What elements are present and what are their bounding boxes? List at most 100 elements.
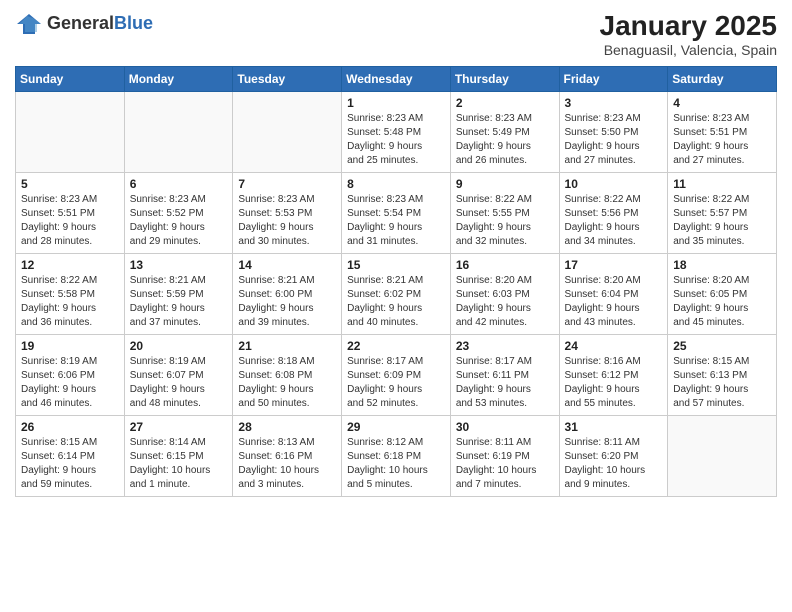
day-info: Sunrise: 8:23 AMSunset: 5:49 PMDaylight:… [456, 112, 554, 168]
day-info: Sunrise: 8:21 AMSunset: 5:59 PMDaylight:… [130, 274, 228, 330]
calendar-cell [124, 92, 233, 173]
day-number: 1 [347, 96, 445, 110]
title-block: January 2025 Benaguasil, Valencia, Spain [600, 10, 777, 58]
logo: General Blue [15, 10, 153, 38]
calendar-cell: 18Sunrise: 8:20 AMSunset: 6:05 PMDayligh… [668, 254, 777, 335]
day-number: 17 [565, 258, 663, 272]
day-number: 31 [565, 420, 663, 434]
day-info: Sunrise: 8:23 AMSunset: 5:54 PMDaylight:… [347, 193, 445, 249]
day-number: 11 [673, 177, 771, 191]
calendar-cell: 25 Sunrise: 8:15 AMSunset: 6:13 PMDayligh… [668, 335, 777, 416]
logo-icon [15, 10, 43, 38]
day-info: Sunrise: 8:22 AMSunset: 5:55 PMDaylight:… [456, 193, 554, 249]
day-number: 30 [456, 420, 554, 434]
day-info: Sunrise: 8:11 AMSunset: 6:20 PMDaylight:… [565, 436, 663, 492]
day-info: Sunrise: 8:23 AMSunset: 5:48 PMDaylight:… [347, 112, 445, 168]
day-number: 15 [347, 258, 445, 272]
day-number: 23 [456, 339, 554, 353]
calendar-week-row-4: 26Sunrise: 8:15 AMSunset: 6:14 PMDayligh… [16, 416, 777, 497]
day-number: 13 [130, 258, 228, 272]
calendar-cell: 28 Sunrise: 8:13 AMSunset: 6:16 PMDayligh… [233, 416, 342, 497]
day-number: 21 [238, 339, 336, 353]
day-info: Sunrise: 8:11 AMSunset: 6:19 PMDaylight:… [456, 436, 554, 492]
calendar-cell [668, 416, 777, 497]
calendar-cell: 20 Sunrise: 8:19 AMSunset: 6:07 PMDayligh… [124, 335, 233, 416]
day-number: 16 [456, 258, 554, 272]
day-number: 4 [673, 96, 771, 110]
day-info: Sunrise: 8:19 AMSunset: 6:06 PMDaylight:… [21, 355, 119, 411]
calendar-cell: 14Sunrise: 8:21 AMSunset: 6:00 PMDayligh… [233, 254, 342, 335]
calendar-cell: 11Sunrise: 8:22 AMSunset: 5:57 PMDayligh… [668, 173, 777, 254]
calendar-cell: 3Sunrise: 8:23 AMSunset: 5:50 PMDaylight… [559, 92, 668, 173]
calendar-cell: 21Sunrise: 8:18 AMSunset: 6:08 PMDayligh… [233, 335, 342, 416]
day-info: Sunrise: 8:15 AMSunset: 6:13 PMDaylight:… [673, 355, 771, 411]
day-number: 12 [21, 258, 119, 272]
page: General Blue January 2025 Benaguasil, Va… [0, 0, 792, 612]
calendar-cell: 26Sunrise: 8:15 AMSunset: 6:14 PMDayligh… [16, 416, 125, 497]
day-info: Sunrise: 8:19 AMSunset: 6:07 PMDaylight:… [130, 355, 228, 411]
day-number: 29 [347, 420, 445, 434]
calendar-cell [16, 92, 125, 173]
day-number: 20 [130, 339, 228, 353]
day-number: 14 [238, 258, 336, 272]
day-info: Sunrise: 8:22 AMSunset: 5:56 PMDaylight:… [565, 193, 663, 249]
header: General Blue January 2025 Benaguasil, Va… [15, 10, 777, 58]
day-info: Sunrise: 8:17 AMSunset: 6:09 PMDaylight:… [347, 355, 445, 411]
day-info: Sunrise: 8:13 AMSunset: 6:16 PMDaylight:… [238, 436, 336, 492]
calendar-cell: 5 Sunrise: 8:23 AMSunset: 5:51 PMDaylight… [16, 173, 125, 254]
calendar-cell: 19 Sunrise: 8:19 AMSunset: 6:06 PMDayligh… [16, 335, 125, 416]
day-number: 5 [21, 177, 119, 191]
calendar-cell: 27Sunrise: 8:14 AMSunset: 6:15 PMDayligh… [124, 416, 233, 497]
logo-blue: Blue [114, 14, 153, 34]
col-monday: Monday [124, 67, 233, 92]
day-info: Sunrise: 8:16 AMSunset: 6:12 PMDaylight:… [565, 355, 663, 411]
col-saturday: Saturday [668, 67, 777, 92]
calendar-cell: 4 Sunrise: 8:23 AMSunset: 5:51 PMDaylight… [668, 92, 777, 173]
calendar-cell: 10 Sunrise: 8:22 AMSunset: 5:56 PMDayligh… [559, 173, 668, 254]
calendar-cell: 2Sunrise: 8:23 AMSunset: 5:49 PMDaylight… [450, 92, 559, 173]
calendar-cell: 1 Sunrise: 8:23 AMSunset: 5:48 PMDaylight… [342, 92, 451, 173]
day-number: 28 [238, 420, 336, 434]
calendar-week-row-1: 5 Sunrise: 8:23 AMSunset: 5:51 PMDaylight… [16, 173, 777, 254]
day-info: Sunrise: 8:20 AMSunset: 6:03 PMDaylight:… [456, 274, 554, 330]
title-month: January 2025 [600, 10, 777, 42]
col-sunday: Sunday [16, 67, 125, 92]
calendar-cell: 15 Sunrise: 8:21 AMSunset: 6:02 PMDayligh… [342, 254, 451, 335]
day-number: 9 [456, 177, 554, 191]
day-info: Sunrise: 8:20 AMSunset: 6:05 PMDaylight:… [673, 274, 771, 330]
calendar-cell: 9 Sunrise: 8:22 AMSunset: 5:55 PMDaylight… [450, 173, 559, 254]
day-info: Sunrise: 8:23 AMSunset: 5:50 PMDaylight:… [565, 112, 663, 168]
day-info: Sunrise: 8:20 AMSunset: 6:04 PMDaylight:… [565, 274, 663, 330]
day-number: 7 [238, 177, 336, 191]
day-info: Sunrise: 8:23 AMSunset: 5:51 PMDaylight:… [21, 193, 119, 249]
day-number: 10 [565, 177, 663, 191]
day-info: Sunrise: 8:17 AMSunset: 6:11 PMDaylight:… [456, 355, 554, 411]
calendar-cell: 23 Sunrise: 8:17 AMSunset: 6:11 PMDayligh… [450, 335, 559, 416]
calendar-cell: 24 Sunrise: 8:16 AMSunset: 6:12 PMDayligh… [559, 335, 668, 416]
day-info: Sunrise: 8:23 AMSunset: 5:52 PMDaylight:… [130, 193, 228, 249]
day-info: Sunrise: 8:23 AMSunset: 5:53 PMDaylight:… [238, 193, 336, 249]
day-number: 24 [565, 339, 663, 353]
calendar-cell: 31 Sunrise: 8:11 AMSunset: 6:20 PMDayligh… [559, 416, 668, 497]
day-info: Sunrise: 8:22 AMSunset: 5:58 PMDaylight:… [21, 274, 119, 330]
col-thursday: Thursday [450, 67, 559, 92]
calendar-week-row-0: 1 Sunrise: 8:23 AMSunset: 5:48 PMDaylight… [16, 92, 777, 173]
day-number: 8 [347, 177, 445, 191]
col-friday: Friday [559, 67, 668, 92]
day-number: 26 [21, 420, 119, 434]
calendar-table: Sunday Monday Tuesday Wednesday Thursday… [15, 66, 777, 497]
day-number: 22 [347, 339, 445, 353]
title-location: Benaguasil, Valencia, Spain [600, 42, 777, 58]
day-number: 25 [673, 339, 771, 353]
day-info: Sunrise: 8:23 AMSunset: 5:51 PMDaylight:… [673, 112, 771, 168]
calendar-cell: 8 Sunrise: 8:23 AMSunset: 5:54 PMDaylight… [342, 173, 451, 254]
calendar-cell: 16 Sunrise: 8:20 AMSunset: 6:03 PMDayligh… [450, 254, 559, 335]
calendar-cell: 7 Sunrise: 8:23 AMSunset: 5:53 PMDaylight… [233, 173, 342, 254]
calendar-cell: 29Sunrise: 8:12 AMSunset: 6:18 PMDayligh… [342, 416, 451, 497]
day-info: Sunrise: 8:21 AMSunset: 6:02 PMDaylight:… [347, 274, 445, 330]
day-number: 6 [130, 177, 228, 191]
calendar-cell: 30 Sunrise: 8:11 AMSunset: 6:19 PMDayligh… [450, 416, 559, 497]
day-info: Sunrise: 8:14 AMSunset: 6:15 PMDaylight:… [130, 436, 228, 492]
calendar-cell: 6 Sunrise: 8:23 AMSunset: 5:52 PMDaylight… [124, 173, 233, 254]
day-number: 19 [21, 339, 119, 353]
